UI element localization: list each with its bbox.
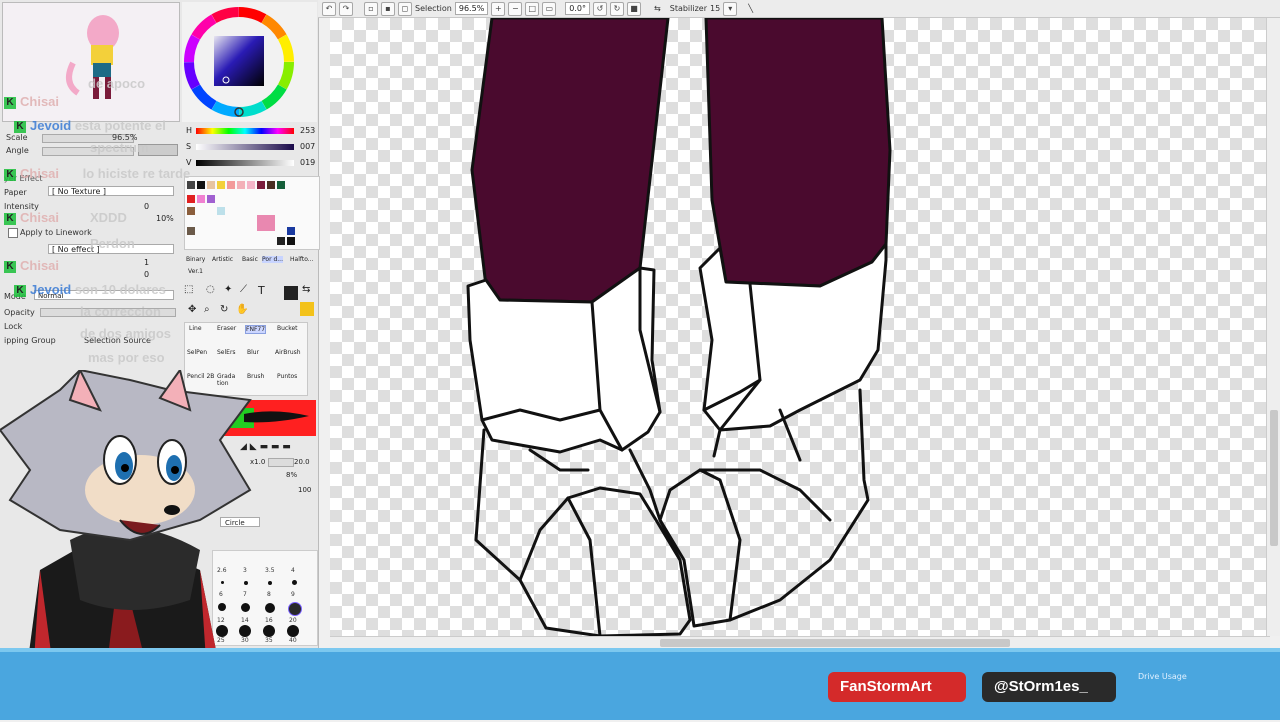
chat-message: de apoco <box>88 76 146 91</box>
stream-chat: de apoco K Chisai K Jevoid esta potente el… <box>0 70 200 370</box>
stabilizer-value[interactable]: 15 <box>710 4 720 13</box>
magic-wand-icon[interactable]: ✦ <box>224 284 232 295</box>
top-toolbar: ↶ ↷ ▫ ▪ ◻ Selection 96.5% + − □ ▭ 0.0° ↺… <box>318 0 1280 18</box>
tab-halftone[interactable]: Halfto... <box>290 256 314 263</box>
twitch-handle-text: FanStormArt <box>840 678 932 695</box>
value-slider[interactable] <box>196 160 294 166</box>
h-value: 253 <box>300 126 316 135</box>
horizontal-scroll-thumb[interactable] <box>660 639 1010 647</box>
zoom-field[interactable]: 96.5% <box>454 2 489 15</box>
selection-label[interactable]: Selection <box>415 4 452 13</box>
tab-artistic[interactable]: Artistic <box>212 256 233 263</box>
rotate-icon[interactable]: ↻ <box>220 304 228 315</box>
chat-message: de dos amigos <box>80 326 172 341</box>
stream-banner: FanStormArt @StOrm1es_ Drive Usage <box>0 652 1280 720</box>
tool-blur[interactable]: Blur <box>247 349 259 356</box>
drawing-canvas[interactable] <box>330 18 1270 636</box>
size-40[interactable]: 40 <box>289 637 297 644</box>
tab-por-d[interactable]: Por d... <box>262 256 283 263</box>
tool-airbrush[interactable]: AirBrush <box>275 349 301 356</box>
undo-icon[interactable]: ↶ <box>322 1 336 16</box>
flip-icon[interactable]: ⇆ <box>654 4 661 13</box>
canvas-artwork <box>466 18 892 636</box>
size-4[interactable]: 4 <box>291 567 295 574</box>
size-16[interactable]: 16 <box>265 617 273 624</box>
rotate-reset-icon[interactable]: ■ <box>627 1 642 16</box>
vertical-scrollbar[interactable] <box>1266 18 1280 636</box>
tool-puntos[interactable]: Puntos <box>277 373 297 380</box>
chat-badge-icon: K <box>4 96 16 109</box>
size-9[interactable]: 9 <box>291 591 295 598</box>
size-20[interactable]: 20 <box>289 617 297 624</box>
chat-message: K Chisai <box>4 94 59 109</box>
deselect-icon[interactable]: ▫ <box>364 1 378 16</box>
rotate-left-icon[interactable]: ↺ <box>593 1 608 16</box>
min-size-value: 8% <box>286 471 298 479</box>
show-selection-icon[interactable]: ◻ <box>398 1 412 16</box>
hue-slider[interactable] <box>196 128 294 134</box>
color-wheel[interactable] <box>182 2 317 122</box>
chat-badge-icon: K <box>14 120 26 133</box>
v-value: 019 <box>300 158 316 167</box>
stabilizer-label: Stabilizer <box>669 4 708 13</box>
tab-basic[interactable]: Basic <box>242 256 258 263</box>
invert-selection-icon[interactable]: ▪ <box>381 1 395 16</box>
chat-message: XDDD <box>90 210 127 225</box>
swap-colors-icon[interactable]: ⇆ <box>302 284 310 295</box>
twitter-handle-text: @StOrm1es_ <box>994 678 1088 695</box>
size-8[interactable]: 8 <box>267 591 271 598</box>
chat-message: K Chisai <box>4 258 59 273</box>
hsv-sliders: H 253 S 007 V 019 <box>184 126 318 170</box>
text-tool-icon[interactable]: T <box>258 284 265 297</box>
secondary-color-icon[interactable] <box>300 302 314 316</box>
rotate-right-icon[interactable]: ↻ <box>610 1 625 16</box>
primary-color-icon[interactable] <box>284 286 298 300</box>
chat-message: K Jevoid esta potente el <box>14 118 166 133</box>
tool-fnf77[interactable]: FNF77 <box>245 325 267 334</box>
saturation-slider[interactable] <box>196 144 294 150</box>
stabilizer-dropdown-icon[interactable]: ▾ <box>723 1 738 16</box>
twitter-handle: @StOrm1es_ <box>982 672 1116 702</box>
tool-bucket[interactable]: Bucket <box>277 325 298 332</box>
eyedropper-icon[interactable]: ⟋ <box>240 284 247 295</box>
chat-message: K Chisai <box>4 210 59 225</box>
chat-badge-icon: K <box>4 260 16 273</box>
tool-icons: ⬚ ◌ ✦ ⟋ T ⇆ ✥ ⌕ ↻ ✋ <box>184 284 318 320</box>
chat-message: spectrum <box>90 140 149 155</box>
chat-message: K Chisai lo hiciste re tarde <box>4 166 190 181</box>
color-panel <box>182 2 317 122</box>
line-tool-icon[interactable]: ╲ <box>748 4 753 13</box>
chat-badge-icon: K <box>4 168 16 181</box>
tool-selers[interactable]: SelErs <box>217 349 236 356</box>
twitch-handle: FanStormArt <box>828 672 966 702</box>
chat-badge-icon: K <box>14 284 26 297</box>
brush-category-tabs: Binary Artistic Basic Por d... Halfto...… <box>184 256 318 280</box>
zoom-fit-icon[interactable]: □ <box>525 1 540 16</box>
chat-badge-icon: K <box>4 212 16 225</box>
swatch-palette[interactable] <box>184 176 320 250</box>
drive-usage-label: Drive Usage <box>1138 672 1187 681</box>
brush-size-slider[interactable] <box>268 458 294 467</box>
chat-message: la correccion <box>80 304 161 319</box>
redo-icon[interactable]: ↷ <box>339 1 353 16</box>
s-value: 007 <box>300 142 316 151</box>
size-35[interactable]: 35 <box>265 637 273 644</box>
zoom-out-icon[interactable]: − <box>508 1 523 16</box>
saturation-value-square[interactable] <box>214 36 264 86</box>
density-value: 100 <box>298 486 312 494</box>
zoom-icon[interactable]: ⌕ <box>204 304 210 315</box>
chat-message: Perdon <box>90 236 135 251</box>
brush-size-value: 20.0 <box>294 458 310 466</box>
rotation-field[interactable]: 0.0° <box>565 2 591 15</box>
zoom-reset-icon[interactable]: ▭ <box>542 1 557 16</box>
tool-eraser[interactable]: Eraser <box>217 325 236 332</box>
lasso-icon[interactable]: ◌ <box>206 284 215 295</box>
chat-message: mas por eso <box>88 350 165 365</box>
zoom-in-icon[interactable]: + <box>491 1 506 16</box>
hand-icon[interactable]: ✋ <box>236 304 248 315</box>
chat-message: K Jevoid son 10 dolares <box>14 282 166 297</box>
size-3-5[interactable]: 3.5 <box>265 567 275 574</box>
vertical-scroll-thumb[interactable] <box>1270 410 1278 546</box>
